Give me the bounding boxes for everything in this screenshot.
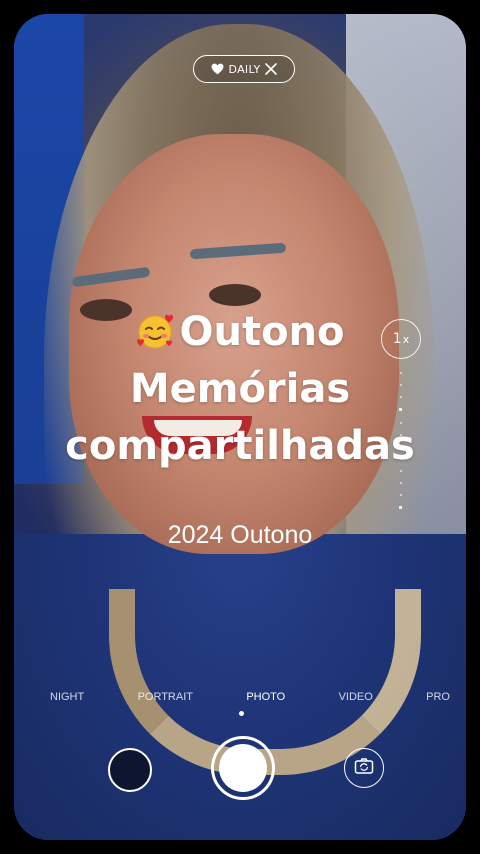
daily-chip[interactable]: DAILY xyxy=(193,55,295,83)
close-icon[interactable] xyxy=(265,63,278,75)
headline-line-3: compartilhadas xyxy=(65,423,415,469)
shutter-button[interactable] xyxy=(211,736,275,800)
smiling-face-with-hearts-icon xyxy=(135,310,175,350)
mode-pro[interactable]: PRO xyxy=(426,691,450,711)
heart-icon xyxy=(211,63,224,75)
camera-flip-button[interactable] xyxy=(344,748,384,788)
overlay-headline: Outono Memórias compartilhadas xyxy=(28,304,452,475)
gallery-thumbnail-button[interactable] xyxy=(108,748,152,792)
mode-portrait[interactable]: PORTRAIT xyxy=(138,691,193,711)
camera-screen: DAILY 1x Outono Memórias compartilhadas … xyxy=(14,14,466,840)
overlay-subtitle: 2024 Outono xyxy=(167,521,313,549)
mode-video[interactable]: VIDEO xyxy=(339,691,373,711)
photo-eye-right xyxy=(209,284,261,306)
mode-night[interactable]: NIGHT xyxy=(50,691,84,711)
camera-mode-selector: NIGHT PORTRAIT PHOTO VIDEO PRO xyxy=(50,691,450,711)
camera-flip-icon xyxy=(354,757,374,779)
selected-mode-indicator xyxy=(239,711,244,716)
daily-chip-label: DAILY xyxy=(228,62,261,76)
mode-photo[interactable]: PHOTO xyxy=(246,691,285,711)
headline-line-2: Memórias xyxy=(129,366,351,412)
shutter-icon xyxy=(219,744,267,792)
headline-line-1: Outono xyxy=(179,309,345,355)
